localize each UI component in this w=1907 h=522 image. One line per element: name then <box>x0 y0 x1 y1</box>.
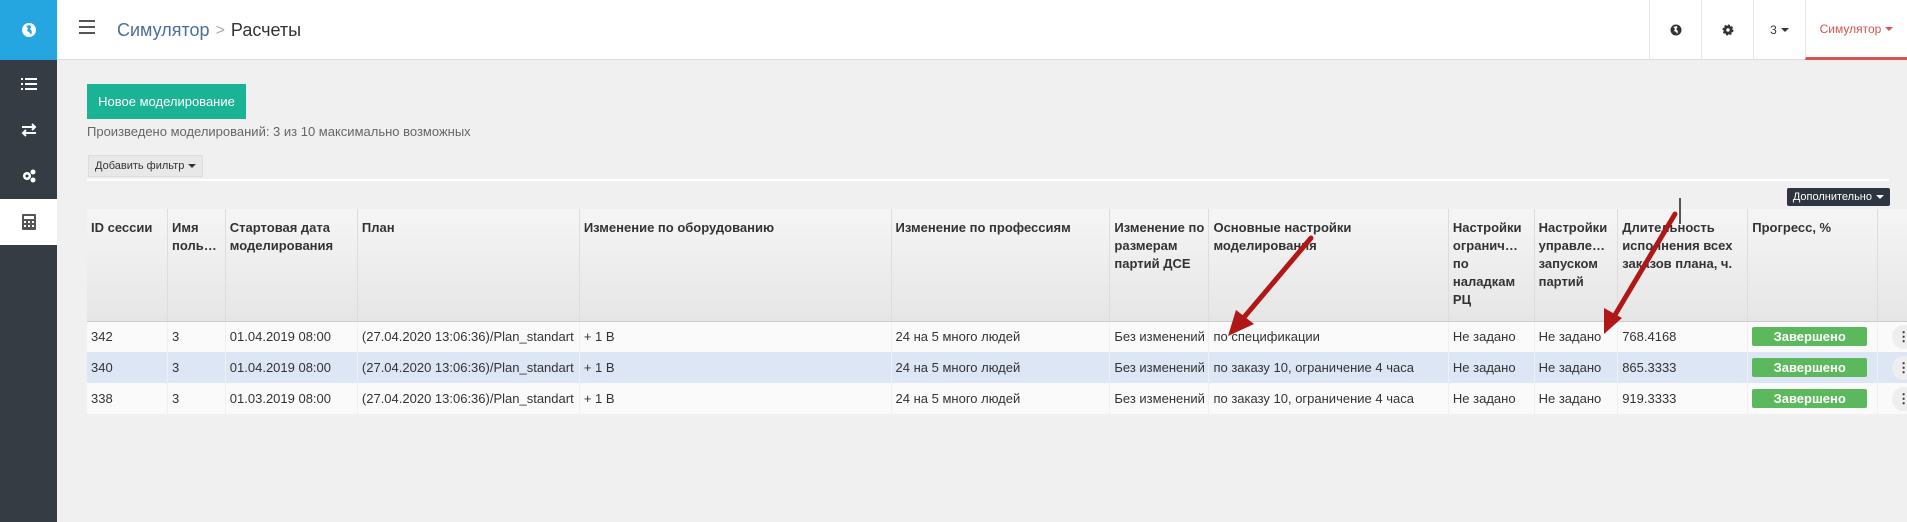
breadcrumb-separator: > <box>215 21 225 39</box>
cell-professions: 24 на 5 много людей <box>891 383 1110 414</box>
list-icon[interactable] <box>0 61 57 107</box>
column-header[interactable]: Настройки управле… запуском партий <box>1534 209 1619 322</box>
cell-actions: ⋮ <box>1877 352 1907 383</box>
cell-start-date: 01.04.2019 08:00 <box>225 321 358 352</box>
exchange-icon[interactable] <box>0 107 57 153</box>
gears-icon[interactable] <box>0 153 57 199</box>
cell-progress: Завершено <box>1747 383 1878 414</box>
status-badge: Завершено <box>1752 358 1868 377</box>
cell-equipment: + 1 В <box>579 321 892 352</box>
cell-user: 3 <box>167 383 226 414</box>
cell-launch-control: Не задано <box>1534 383 1618 414</box>
column-header[interactable]: Стартовая дата моделирования <box>225 209 358 322</box>
breadcrumb: Симулятор > Расчеты <box>117 20 301 41</box>
cell-plan: (27.04.2020 13:06:36)/Plan_standart <box>357 352 580 383</box>
cell-progress: Завершено <box>1747 321 1878 352</box>
table-row[interactable]: 340 3 01.04.2019 08:00 (27.04.2020 13:06… <box>87 352 1907 383</box>
cell-plan: (27.04.2020 13:06:36)/Plan_standart <box>357 383 580 414</box>
table-row[interactable]: 338 3 01.03.2019 08:00 (27.04.2020 13:06… <box>87 383 1907 414</box>
user-menu-label: Симулятор <box>1819 21 1882 36</box>
column-header[interactable]: Имя поль… <box>167 209 226 322</box>
logo-globe-icon[interactable] <box>0 0 57 60</box>
cell-user: 3 <box>167 321 226 352</box>
cell-batch-size: Без изменений <box>1109 321 1209 352</box>
page-title: Расчеты <box>230 20 302 40</box>
cell-duration: 919.3333 <box>1617 383 1748 414</box>
cell-id: 338 <box>87 383 168 414</box>
cell-plan: (27.04.2020 13:06:36)/Plan_standart <box>357 321 580 352</box>
column-header[interactable]: Изменение по оборудованию <box>579 209 892 322</box>
cell-actions: ⋮ <box>1877 321 1907 352</box>
cell-id: 342 <box>87 321 168 352</box>
table-header-row: ID сессии Имя поль… Стартовая дата модел… <box>87 209 1907 322</box>
column-header <box>1877 209 1907 322</box>
table-row[interactable]: 342 3 01.04.2019 08:00 (27.04.2020 13:06… <box>87 321 1907 352</box>
simulation-count-info: Произведено моделирований: 3 из 10 макси… <box>87 124 471 139</box>
cell-main-settings: по спецификации <box>1208 321 1449 352</box>
divider <box>87 179 1889 181</box>
cell-batch-size: Без изменений <box>1109 352 1209 383</box>
sidebar <box>0 0 57 522</box>
topbar-right: 3 Симулятор <box>1649 0 1907 60</box>
cell-start-date: 01.03.2019 08:00 <box>225 383 358 414</box>
cell-equipment: + 1 В <box>579 352 892 383</box>
extra-options-label: Дополнительно <box>1792 191 1872 203</box>
breadcrumb-root-link[interactable]: Симулятор <box>117 20 210 41</box>
chevron-down-icon <box>1885 26 1894 31</box>
cell-id: 340 <box>87 352 168 383</box>
new-simulation-button[interactable]: Новое моделирование <box>87 84 246 119</box>
calculator-icon[interactable] <box>0 199 57 245</box>
cell-progress: Завершено <box>1747 352 1878 383</box>
cell-actions: ⋮ <box>1877 383 1907 414</box>
cell-setup-limits: Не задано <box>1448 321 1535 352</box>
simulations-table: ID сессии Имя поль… Стартовая дата модел… <box>87 209 1907 414</box>
page-selector-label: 3 <box>1770 23 1777 37</box>
cell-equipment: + 1 В <box>579 383 892 414</box>
column-header[interactable]: План <box>357 209 580 322</box>
cell-start-date: 01.04.2019 08:00 <box>225 352 358 383</box>
status-badge: Завершено <box>1752 389 1868 408</box>
chevron-down-icon <box>1876 195 1884 199</box>
cell-professions: 24 на 5 много людей <box>891 321 1110 352</box>
cell-setup-limits: Не задано <box>1448 383 1535 414</box>
row-menu-icon[interactable]: ⋮ <box>1891 355 1907 380</box>
column-header[interactable]: Изменение по профессиям <box>891 209 1111 322</box>
cell-setup-limits: Не задано <box>1448 352 1535 383</box>
chevron-down-icon <box>188 164 197 168</box>
top-bar: Симулятор > Расчеты 3 Симулятор <box>57 0 1907 60</box>
add-filter-button[interactable]: Добавить фильтр <box>88 155 204 177</box>
row-menu-icon[interactable]: ⋮ <box>1891 324 1907 349</box>
column-header[interactable]: Изменение по размерам партий ДСЕ <box>1109 209 1210 322</box>
column-header[interactable]: Основные настройки моделирования <box>1208 209 1449 322</box>
row-menu-icon[interactable]: ⋮ <box>1891 386 1907 411</box>
cell-user: 3 <box>167 352 226 383</box>
add-filter-label: Добавить фильтр <box>95 160 185 172</box>
user-menu[interactable]: Симулятор <box>1805 0 1907 60</box>
cell-main-settings: по заказу 10, ограничение 4 часа <box>1208 352 1449 383</box>
cell-launch-control: Не задано <box>1534 352 1618 383</box>
cell-batch-size: Без изменений <box>1109 383 1209 414</box>
cell-duration: 865.3333 <box>1617 352 1748 383</box>
cell-duration: 768.4168 <box>1617 321 1748 352</box>
cell-professions: 24 на 5 много людей <box>891 352 1110 383</box>
cell-main-settings: по заказу 10, ограничение 4 часа <box>1208 383 1449 414</box>
column-header[interactable]: Длительность исполнения всех заказов пла… <box>1617 209 1749 322</box>
status-badge: Завершено <box>1752 327 1868 347</box>
chevron-down-icon <box>1780 28 1789 32</box>
page-selector[interactable]: 3 <box>1753 0 1805 60</box>
hamburger-menu-icon[interactable] <box>79 20 95 39</box>
cell-launch-control: Не задано <box>1534 321 1618 352</box>
gear-icon[interactable] <box>1701 0 1753 60</box>
column-header[interactable]: Настройки огранич… по наладкам РЦ <box>1448 209 1535 322</box>
main-content: Новое моделирование Произведено моделиро… <box>57 61 1907 522</box>
column-header[interactable]: ID сессии <box>87 209 168 322</box>
column-header[interactable]: Прогресс, % <box>1747 209 1879 322</box>
extra-options-button[interactable]: Дополнительно <box>1786 188 1890 206</box>
globe-icon[interactable] <box>1649 0 1701 60</box>
